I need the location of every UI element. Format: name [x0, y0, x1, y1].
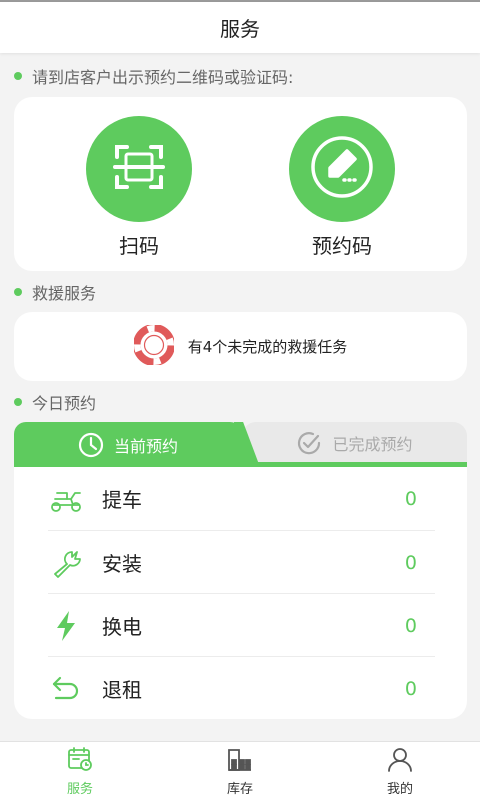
- nav-profile-label: 我的: [386, 781, 413, 797]
- rescue-message: 有4个未完成的救援任务: [187, 338, 348, 356]
- nav-inventory-label: 库存: [226, 781, 253, 797]
- scooter-icon: [48, 481, 84, 517]
- row-name: 提车: [102, 488, 142, 512]
- bottom-nav: 服务 库存 我的: [0, 741, 480, 800]
- row-count: 0: [404, 614, 417, 637]
- nav-service-label: 服务: [66, 781, 93, 797]
- tab-current[interactable]: 当前预约: [14, 422, 242, 467]
- row-count: 0: [404, 551, 417, 574]
- nav-inventory[interactable]: 库存: [160, 742, 320, 800]
- scan-icon: [111, 139, 167, 199]
- reservation-code-button[interactable]: 预约码: [287, 116, 397, 259]
- nav-service[interactable]: 服务: [0, 742, 160, 800]
- rescue-card[interactable]: 有4个未完成的救援任务: [14, 312, 467, 381]
- row-name: 安装: [102, 552, 142, 576]
- calendar-icon: [67, 746, 93, 776]
- list-item-pickup[interactable]: 提车 0: [48, 467, 435, 530]
- bullet-dot: [14, 398, 22, 406]
- row-name: 换电: [102, 615, 142, 639]
- lightning-icon: [48, 608, 84, 644]
- clock-icon: [78, 432, 104, 458]
- bullet-dot: [14, 288, 22, 296]
- today-section-label: 今日预约: [14, 391, 96, 413]
- user-icon: [387, 746, 413, 776]
- rescue-section-label: 救援服务: [14, 281, 96, 303]
- edit-icon: [309, 134, 375, 204]
- scan-button[interactable]: 扫码: [84, 116, 194, 259]
- nav-profile[interactable]: 我的: [320, 742, 480, 800]
- reservation-code-label: 预约码: [312, 234, 372, 258]
- reservation-tabs: 已完成预约 当前预约: [14, 422, 467, 467]
- check-circle-icon: [296, 430, 322, 456]
- list-item-battery-swap[interactable]: 换电 0: [48, 594, 435, 657]
- scan-section-label: 请到店客户出示预约二维码或验证码:: [14, 65, 293, 87]
- app-header: 服务: [0, 2, 480, 53]
- row-name: 退租: [102, 678, 142, 702]
- warehouse-icon: [227, 746, 253, 776]
- reservation-list: 提车 0 安装 0 换电 0 退租 0: [14, 467, 467, 719]
- scan-circle[interactable]: [86, 116, 192, 222]
- tab-completed[interactable]: 已完成预约: [242, 422, 467, 463]
- row-count: 0: [404, 487, 417, 510]
- lifebuoy-icon: [132, 323, 175, 369]
- list-item-install[interactable]: 安装 0: [48, 531, 435, 594]
- scan-label: 扫码: [119, 234, 159, 258]
- rescue-section-text: 救援服务: [32, 284, 97, 303]
- scan-card: 扫码 预约码: [14, 97, 467, 271]
- row-count: 0: [404, 677, 417, 700]
- page-title: 服务: [220, 17, 260, 41]
- wrench-icon: [48, 545, 84, 581]
- bullet-dot: [14, 72, 22, 80]
- scan-section-text: 请到店客户出示预约二维码或验证码:: [32, 68, 294, 87]
- tab-completed-label: 已完成预约: [332, 434, 413, 454]
- list-item-return[interactable]: 退租 0: [48, 657, 435, 720]
- return-arrow-icon: [48, 671, 84, 707]
- today-section-text: 今日预约: [32, 394, 97, 413]
- tab-current-label: 当前预约: [113, 436, 178, 456]
- reservation-code-circle[interactable]: [289, 116, 395, 222]
